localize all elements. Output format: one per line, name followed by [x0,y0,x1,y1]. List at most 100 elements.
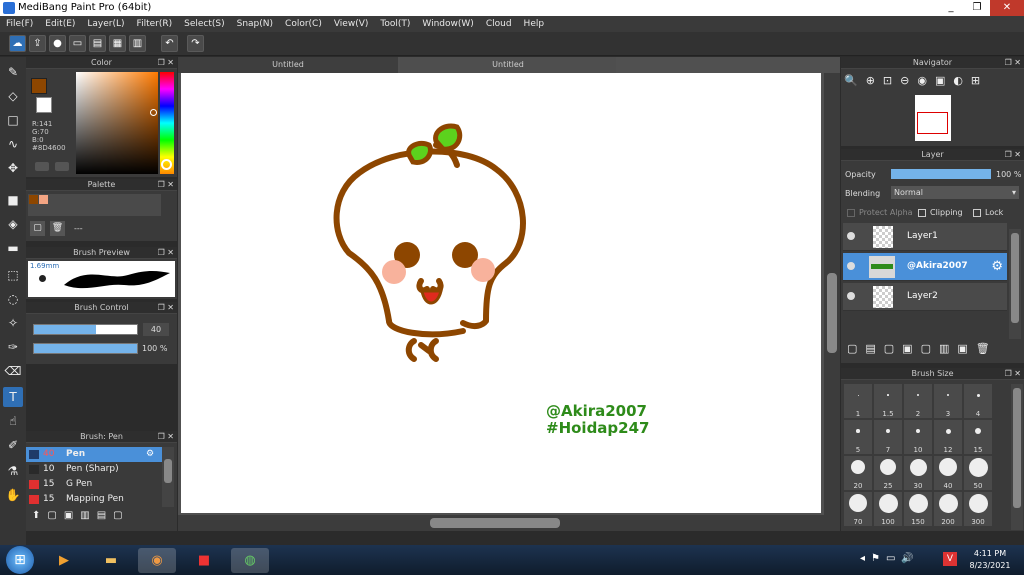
menu-view[interactable]: View(V) [328,16,375,32]
restore-button[interactable]: ❐ [964,0,990,16]
shape-tool-icon[interactable]: □ [3,110,23,130]
panel-close-icon[interactable]: ❐ ✕ [158,247,174,259]
brush-size-option[interactable]: 40 [934,456,962,490]
brush-settings-icon[interactable]: ⚙ [146,447,154,462]
layer-settings-icon[interactable]: ⚙ [991,259,1003,274]
brush-size-option[interactable]: 7 [874,420,902,454]
clock[interactable]: 4:11 PM 8/23/2021 [964,548,1016,572]
dropper-tool-icon[interactable]: ✐ [3,435,23,455]
brush-size-option[interactable]: 12 [934,420,962,454]
system-tray[interactable]: ◂⚑▭🔊 [860,553,920,564]
layout-icon[interactable]: ▥ [129,35,146,52]
redo-icon[interactable]: ↷ [187,35,204,52]
layer-row-akira[interactable]: @Akira2007 ⚙ [843,253,1007,281]
layer-row-layer1[interactable]: Layer1 [843,223,1007,251]
primary-color-swatch[interactable] [31,78,47,94]
brush-size-option[interactable]: 4 [964,384,992,418]
color-picker-cursor[interactable] [150,109,157,116]
tab-untitled-1[interactable]: Untitled [178,57,398,73]
menu-snap[interactable]: Snap(N) [231,16,279,32]
horizontal-scrollbar[interactable] [178,515,840,531]
brush-item-pen-sharp[interactable]: 10 Pen (Sharp) [26,462,174,477]
navigator-zoom-controls[interactable]: 🔍⊕⊡⊖◉▣◐⊞ [844,74,1020,92]
panel-close-icon[interactable]: ❐ ✕ [158,431,174,443]
operation-tool-icon[interactable]: ☝ [3,411,23,431]
layer-actions[interactable]: ▢▤▢▣▢▥▣🗑 [847,342,1022,358]
delete-palette-icon[interactable]: 🗑 [50,221,65,236]
brush-tool-icon[interactable]: ✎ [3,62,23,82]
menu-filter[interactable]: Filter(R) [131,16,179,32]
brush-item-g-pen[interactable]: 15 G Pen [26,477,174,492]
panel-close-icon[interactable]: ❐ ✕ [1005,57,1021,69]
brush-size-option[interactable]: 5 [844,420,872,454]
document-icon[interactable]: ▤ [89,35,106,52]
brush-size-option[interactable]: 3 [934,384,962,418]
brush-size-option[interactable]: 300 [964,492,992,526]
brush-size-option[interactable]: 1.5 [874,384,902,418]
new-palette-icon[interactable]: ▢ [30,221,45,236]
antivirus-icon[interactable]: V [943,552,957,566]
paint-app-icon[interactable]: ■ [185,548,223,573]
lock-checkbox[interactable] [973,209,981,217]
layer-row-layer2[interactable]: Layer2 [843,283,1007,311]
select-pen-icon[interactable]: ✑ [3,337,23,357]
brush-size-option[interactable]: 20 [844,456,872,490]
hand-tool-icon[interactable]: ✋ [3,485,23,505]
color-mode-button[interactable] [35,162,49,171]
secondary-color-swatch[interactable] [36,97,52,113]
visibility-icon[interactable] [847,292,855,300]
brush-item-mapping-pen[interactable]: 15 Mapping Pen [26,492,174,507]
menu-window[interactable]: Window(W) [416,16,479,32]
brush-size-option[interactable]: 70 [844,492,872,526]
brush-size-option[interactable]: 2 [904,384,932,418]
panel-close-icon[interactable]: ❐ ✕ [1005,149,1021,161]
magic-wand-icon[interactable]: ✧ [3,313,23,333]
file-explorer-icon[interactable]: ▬ [92,548,130,573]
cloud-icon[interactable]: ☁ [9,35,26,52]
text-tool-icon[interactable]: T [3,387,23,407]
curve-tool-icon[interactable]: ∿ [3,134,23,154]
chat-icon[interactable]: ▭ [69,35,86,52]
menu-tool[interactable]: Tool(T) [374,16,416,32]
gradient-tool-icon[interactable]: ▬ [3,238,23,258]
blending-select[interactable]: Normal ▾ [891,186,1019,199]
clipping-checkbox[interactable] [918,209,926,217]
minimize-button[interactable]: _ [938,0,964,16]
hue-cursor[interactable] [161,159,172,170]
menu-layer[interactable]: Layer(L) [81,16,130,32]
brush-size-option[interactable]: 200 [934,492,962,526]
menu-edit[interactable]: Edit(E) [39,16,81,32]
navigator-viewport[interactable] [917,112,948,134]
brush-size-slider[interactable] [33,324,138,335]
brush-size-option[interactable]: 50 [964,456,992,490]
menu-file[interactable]: File(F) [0,16,39,32]
panel-close-icon[interactable]: ❐ ✕ [1005,368,1021,380]
eraser-tool-icon[interactable]: ◇ [3,86,23,106]
media-player-icon[interactable]: ▶ [45,548,83,573]
select-eraser-icon[interactable]: ⌫ [3,361,23,381]
chrome-icon[interactable]: ◉ [138,548,176,573]
move-tool-icon[interactable]: ✥ [3,158,23,178]
start-button[interactable]: ⊞ [6,546,34,574]
brush-list-actions[interactable]: ⬆▢▣▥▤▢ [32,510,172,526]
brush-size-option[interactable]: 10 [904,420,932,454]
undo-icon[interactable]: ↶ [161,35,178,52]
menu-cloud[interactable]: Cloud [480,16,518,32]
visibility-icon[interactable] [847,262,855,270]
color-mode-button-2[interactable] [55,162,69,171]
grid-icon[interactable]: ▦ [109,35,126,52]
brush-size-value[interactable]: 40 [143,323,169,336]
brush-size-option[interactable]: 15 [964,420,992,454]
vertical-scrollbar[interactable] [824,73,840,515]
eyedropper-icon[interactable]: ⚗ [3,461,23,481]
fill-rect-tool-icon[interactable]: ■ [3,190,23,210]
brush-size-option[interactable]: 30 [904,456,932,490]
visibility-icon[interactable] [847,232,855,240]
brush-size-option[interactable]: 150 [904,492,932,526]
brush-size-scrollbar[interactable] [1011,384,1023,530]
protect-alpha-checkbox[interactable] [847,209,855,217]
panel-close-icon[interactable]: ❐ ✕ [158,302,174,314]
lasso-tool-icon[interactable]: ◌ [3,289,23,309]
brush-item-pen[interactable]: 40 Pen ⚙ [26,447,174,462]
brush-size-option[interactable]: 1 [844,384,872,418]
